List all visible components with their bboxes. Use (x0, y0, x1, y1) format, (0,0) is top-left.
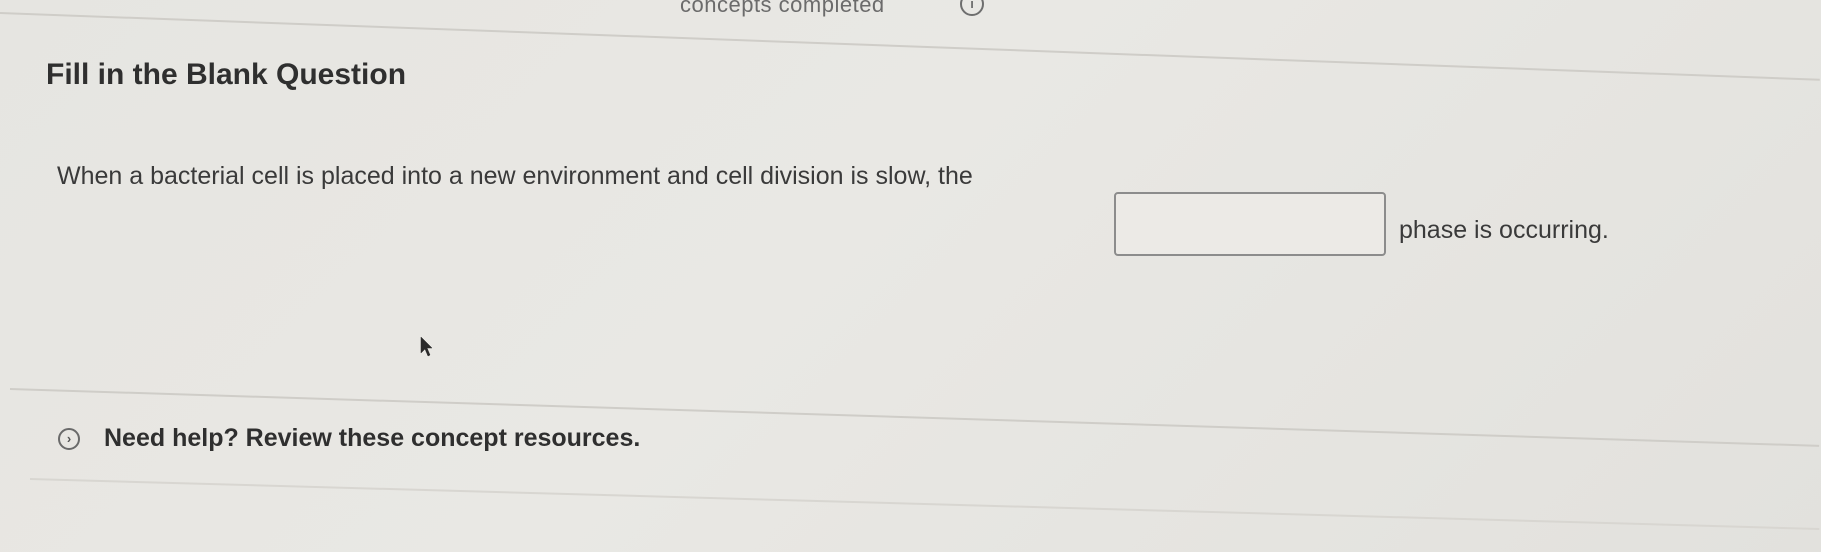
question-text-before: When a bacterial cell is placed into a n… (57, 162, 973, 190)
need-help-label[interactable]: Need help? Review these concept resource… (104, 424, 640, 453)
page: concepts completed i Fill in the Blank Q… (0, 0, 1821, 552)
mouse-pointer-icon (420, 336, 433, 357)
question-type-title: Fill in the Blank Question (46, 58, 407, 91)
info-icon[interactable]: i (960, 0, 984, 16)
chevron-right-circle-icon[interactable]: › (58, 428, 80, 450)
progress-strip: concepts completed i (0, 0, 1821, 17)
question-text-after: phase is occurring. (1399, 216, 1609, 244)
help-section-bottom-divider (29, 478, 1820, 530)
fill-in-blank-input[interactable] (1114, 192, 1386, 256)
progress-text: concepts completed (680, 0, 885, 17)
question-prompt: When a bacterial cell is placed into a n… (57, 162, 1617, 262)
